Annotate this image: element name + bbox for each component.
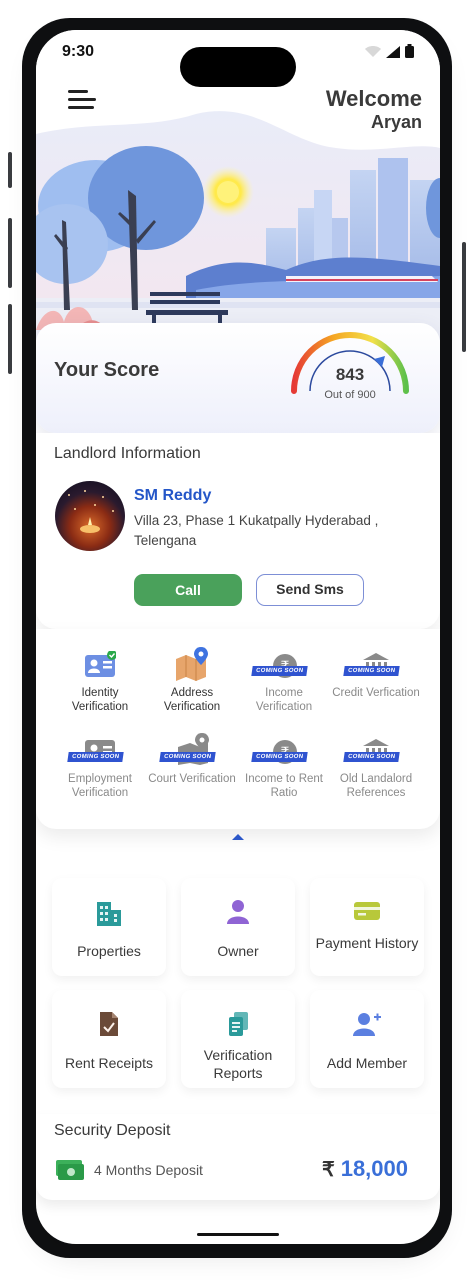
power-button	[462, 242, 466, 352]
welcome-label: Welcome	[325, 86, 422, 111]
add-user-icon	[353, 1013, 381, 1036]
mute-switch	[8, 152, 12, 188]
address-verification-item[interactable]: Address Verification	[146, 647, 238, 714]
payment-history-tile[interactable]: Payment History	[310, 878, 424, 976]
landlord-name[interactable]: SM Reddy	[134, 487, 211, 505]
add-member-tile[interactable]: Add Member	[310, 990, 424, 1088]
volume-up-button	[8, 218, 12, 288]
coming-soon-badge: COMING SOON	[251, 752, 309, 762]
rent-receipts-tile[interactable]: Rent Receipts	[52, 990, 166, 1088]
cash-icon	[56, 1160, 84, 1180]
court-verification-item[interactable]: COMING SOON Court Verification	[146, 733, 238, 787]
call-button[interactable]: Call	[134, 574, 242, 606]
coming-soon-badge: COMING SOON	[343, 666, 401, 676]
credit-verification-item[interactable]: COMING SOON Credit Verfication	[330, 649, 422, 701]
person-icon	[227, 900, 249, 924]
properties-tile[interactable]: Properties	[52, 878, 166, 976]
landlord-card: Landlord Information SM Reddy Villa 23, …	[36, 433, 440, 629]
employment-verification-item[interactable]: COMING SOON Employment Verification	[54, 735, 146, 800]
map-pin-icon	[176, 647, 208, 681]
user-name: Aryan	[370, 112, 422, 132]
page: 9:30 Welcome Aryan Your Score 843 Out of…	[0, 0, 474, 1280]
reports-icon	[229, 1012, 248, 1036]
landlord-address: Villa 23, Phase 1 Kukatpally Hyderabad ,…	[134, 513, 379, 548]
app-screen: 9:30 Welcome Aryan Your Score 843 Out of…	[36, 30, 440, 1244]
receipt-icon	[100, 1012, 118, 1036]
coming-soon-badge: COMING SOON	[67, 752, 125, 762]
home-indicator[interactable]	[197, 1233, 279, 1236]
card-icon	[354, 902, 380, 920]
deposit-amount: ₹18,000	[322, 1156, 408, 1182]
identity-verification-item[interactable]: Identity Verification	[54, 649, 146, 714]
score-title: Your Score	[54, 359, 160, 381]
owner-tile[interactable]: Owner	[181, 878, 295, 976]
verification-label: Income to Rent Ratio	[245, 773, 323, 799]
landlord-section-title: Landlord Information	[54, 445, 201, 462]
wifi-icon	[365, 46, 381, 57]
verification-reports-tile[interactable]: Verification Reports	[181, 990, 295, 1088]
tile-label: Verification Reports	[203, 1047, 273, 1081]
coming-soon-badge: COMING SOON	[159, 752, 217, 762]
score-value: 843	[335, 365, 365, 384]
collapse-caret-icon[interactable]	[230, 832, 246, 844]
menu-icon[interactable]	[68, 90, 98, 110]
verification-label: Employment Verification	[68, 773, 132, 799]
welcome-greeting: Welcome Aryan	[326, 86, 422, 133]
tile-label: Owner	[217, 943, 259, 959]
verification-grid: Identity Verification Address Verificati…	[36, 629, 440, 829]
avatar	[55, 481, 125, 551]
dynamic-island	[180, 47, 296, 87]
send-sms-button[interactable]: Send Sms	[256, 574, 364, 606]
verification-label: Address Verification	[163, 687, 221, 713]
building-icon	[97, 902, 121, 926]
deposit-value: 18,000	[340, 1156, 408, 1181]
tile-label: Add Member	[326, 1055, 408, 1071]
security-deposit-card[interactable]: Security Deposit 4 Months Deposit ₹18,00…	[36, 1114, 440, 1200]
deposit-title: Security Deposit	[54, 1122, 171, 1139]
deposit-description: 4 Months Deposit	[94, 1162, 203, 1178]
status-icons	[365, 44, 414, 58]
income-verification-item[interactable]: ₹ COMING SOON Income Verification	[238, 649, 330, 714]
battery-icon	[405, 44, 414, 58]
signal-icon	[386, 46, 400, 58]
income-to-rent-ratio-item[interactable]: ₹ COMING SOON Income to Rent Ratio	[238, 735, 330, 800]
old-landlord-references-item[interactable]: COMING SOON Old Landalord References	[330, 735, 422, 800]
verification-label: Old Landalord References	[339, 773, 413, 799]
verification-label: Income Verification	[255, 687, 313, 713]
verification-label: Credit Verfication	[332, 687, 420, 699]
volume-down-button	[8, 304, 12, 374]
score-card[interactable]: Your Score 843 Out of 900	[36, 323, 440, 433]
verification-label: Identity Verification	[71, 687, 129, 713]
id-card-icon	[85, 651, 116, 677]
verification-label: Court Verification	[148, 773, 236, 785]
tile-label: Rent Receipts	[65, 1055, 153, 1071]
status-time: 9:30	[62, 43, 95, 60]
score-out-of: Out of 900	[324, 389, 376, 401]
currency-symbol: ₹	[321, 1159, 335, 1181]
coming-soon-badge: COMING SOON	[343, 752, 401, 762]
tile-label: Properties	[77, 943, 141, 959]
coming-soon-badge: COMING SOON	[251, 666, 309, 676]
tile-label: Payment History	[315, 935, 419, 951]
